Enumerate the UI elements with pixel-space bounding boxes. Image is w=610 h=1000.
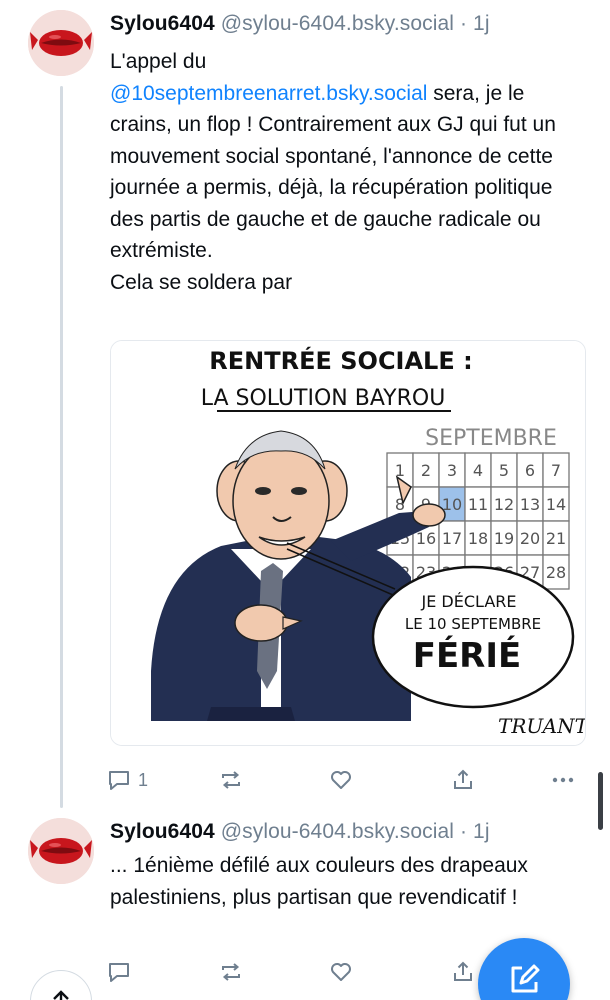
bubble-line-3: FÉRIÉ (413, 635, 522, 676)
post-age[interactable]: 1j (473, 12, 490, 35)
repost-icon (222, 963, 240, 981)
user-handle[interactable]: @sylou-6404.bsky.social (221, 820, 454, 843)
bubble-line-2: LE 10 SEPTEMBRE (405, 615, 541, 633)
repost-button[interactable] (218, 760, 244, 800)
calendar-day-label: 14 (546, 495, 566, 514)
reply-button[interactable] (106, 952, 132, 992)
calendar-day-label: 3 (447, 461, 457, 480)
post-text: L'appel du @10septembreenarret.bsky.soci… (110, 46, 580, 298)
avatar[interactable] (28, 10, 94, 76)
like-icon (331, 771, 351, 789)
calendar-day-label: 21 (546, 529, 566, 548)
lips-avatar-image (28, 10, 94, 76)
post-header: Sylou6404 @sylou-6404.bsky.social · 1j (110, 12, 490, 36)
calendar-day-label: 11 (468, 495, 488, 514)
post-text: ... 1énième défilé aux couleurs des drap… (110, 854, 528, 909)
like-button[interactable] (328, 760, 354, 800)
post-item[interactable]: Sylou6404 @sylou-6404.bsky.social · 1j L… (0, 0, 610, 810)
like-button[interactable] (328, 952, 354, 992)
calendar-day-label: 20 (520, 529, 540, 548)
calendar-day-label: 12 (494, 495, 514, 514)
share-button[interactable] (450, 760, 476, 800)
post-actions-bar: 1 (106, 760, 586, 800)
mention-link[interactable]: @10septembreenarret.bsky.social (110, 82, 427, 105)
separator-dot: · (460, 820, 468, 843)
cartoon-illustration: RENTRÉE SOCIALE : LA SOLUTION BAYROU SEP… (111, 341, 586, 745)
calendar-day-label: 16 (416, 529, 436, 548)
calendar-month: SEPTEMBRE (425, 426, 557, 451)
reply-icon (109, 771, 129, 790)
repost-button[interactable] (218, 952, 244, 992)
post-text-intro: L'appel du (110, 50, 207, 73)
bubble-line-1: JE DÉCLARE (421, 592, 517, 611)
lips-avatar-image (28, 818, 94, 884)
calendar-day-label: 7 (551, 461, 561, 480)
calendar-day-label: 4 (473, 461, 483, 480)
post-text-last-line: Cela se soldera par (110, 270, 293, 294)
reply-count: 1 (138, 769, 149, 790)
artist-signature: TRUANT (498, 714, 586, 738)
reply-button[interactable]: 1 (106, 760, 148, 800)
post-header: Sylou6404 @sylou-6404.bsky.social · 1j (110, 820, 490, 844)
character-pointing-hand (234, 604, 288, 642)
user-handle[interactable]: @sylou-6404.bsky.social (221, 12, 454, 35)
share-button[interactable] (450, 952, 476, 992)
avatar[interactable] (28, 818, 94, 884)
cartoon-title-line-2: LA SOLUTION BAYROU (201, 386, 446, 411)
scrollbar-thumb[interactable] (598, 772, 603, 830)
calendar-day-label: 6 (525, 461, 535, 480)
display-name[interactable]: Sylou6404 (110, 820, 215, 843)
calendar-day-label: 5 (499, 461, 509, 480)
cartoon-title-line-1: RENTRÉE SOCIALE : (209, 346, 472, 375)
display-name[interactable]: Sylou6404 (110, 12, 215, 35)
post-image[interactable]: RENTRÉE SOCIALE : LA SOLUTION BAYROU SEP… (110, 340, 586, 746)
arrow-up-icon (53, 990, 69, 1000)
share-icon (454, 961, 472, 981)
more-icon (552, 777, 574, 783)
more-options-button[interactable] (550, 760, 576, 800)
repost-icon (222, 771, 240, 789)
calendar-day-label: 13 (520, 495, 540, 514)
post-text-continuation: sera, je le crains, un flop ! Contrairem… (110, 81, 556, 263)
share-icon (454, 769, 472, 789)
compose-icon (511, 964, 540, 993)
post-age[interactable]: 1j (473, 820, 490, 843)
reply-icon (109, 963, 129, 982)
separator-dot: · (460, 12, 468, 35)
calendar-day-label: 18 (468, 529, 488, 548)
calendar-day-label: 2 (421, 461, 431, 480)
calendar-day-label: 19 (494, 529, 514, 548)
calendar-day-label: 17 (442, 529, 462, 548)
like-icon (331, 963, 351, 981)
calendar-day-label: 28 (546, 563, 566, 582)
character-raised-hand (412, 503, 446, 527)
